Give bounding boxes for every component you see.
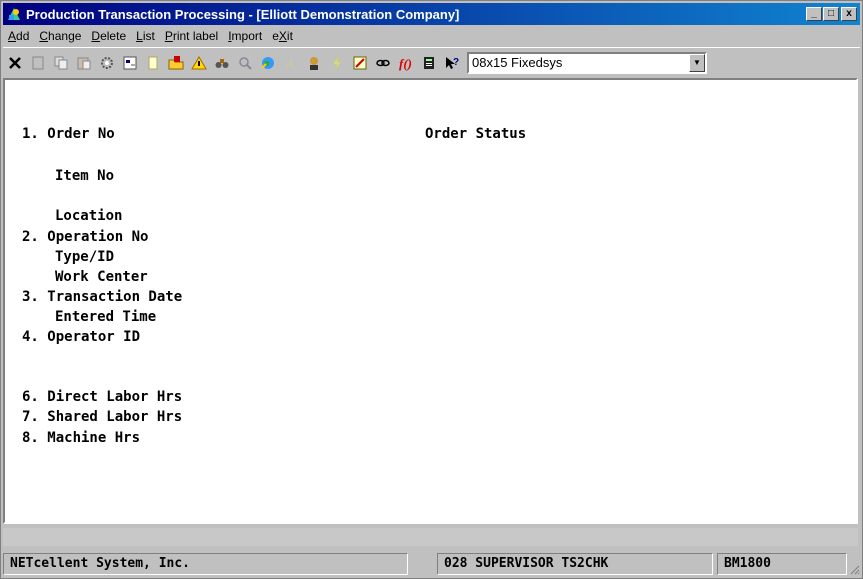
svg-text:?: ? [453,57,459,68]
paste-icon[interactable] [73,52,95,74]
terminal-screen[interactable]: 1. Order No Order Status Item No Locatio… [3,78,858,524]
menu-delete[interactable]: Delete [86,29,131,43]
magnifier-icon[interactable] [234,52,256,74]
location-label: Location [55,208,123,224]
app-icon [6,6,22,22]
app-window: Production Transaction Processing - [Ell… [0,0,863,579]
svg-text:A: A [285,56,294,71]
type-id-label: Type/ID [55,249,115,265]
direct-labor-label: 6. Direct Labor Hrs [22,389,183,405]
status-company: NETcellent System, Inc. [3,552,408,575]
status-spacer [408,553,415,575]
title-bar[interactable]: Production Transaction Processing - [Ell… [3,3,860,25]
status-code: BM1800 [717,552,847,575]
settings-icon[interactable] [96,52,118,74]
close-x-icon[interactable] [4,52,26,74]
lightning-icon[interactable] [326,52,348,74]
operator-id-label: 4. Operator ID [22,329,141,345]
status-bar: NETcellent System, Inc. 028 SUPERVISOR T… [3,550,862,577]
order-no-label: 1. Order No [22,126,115,142]
machine-hrs-label: 8. Machine Hrs [22,430,141,446]
close-icon: x [846,8,852,19]
help-pointer-icon[interactable]: ? [441,52,463,74]
resize-grip-icon[interactable] [848,563,860,575]
calculator-display-icon[interactable] [418,52,440,74]
window-title: Production Transaction Processing - [Ell… [26,6,460,22]
function-icon[interactable]: f() [395,52,417,74]
blank-icon[interactable] [27,52,49,74]
minimize-icon: _ [811,8,817,19]
menu-list[interactable]: List [131,29,160,43]
folder-open-icon[interactable] [165,52,187,74]
copy-icon[interactable] [50,52,72,74]
entered-time-label: Entered Time [55,309,157,325]
maximize-icon: □ [827,8,835,19]
menu-import[interactable]: Import [223,29,267,43]
item-no-label: Item No [55,168,115,184]
font-icon[interactable]: A [280,52,302,74]
status-user: 028 SUPERVISOR TS2CHK [437,552,713,575]
operation-no-label: 2. Operation No [22,229,149,245]
chevron-down-icon[interactable]: ▼ [689,53,705,72]
font-select-value: 08x15 Fixedsys [472,55,563,70]
order-status-label: Order Status [425,126,527,142]
menu-bar: Add Change Delete List Print label Impor… [3,26,298,46]
menu-exit[interactable]: eXit [267,29,298,43]
shared-labor-label: 7. Shared Labor Hrs [22,409,183,425]
toolbar: A f() ? 08x15 Fixedsys ▼ [3,47,860,77]
globe-icon[interactable] [257,52,279,74]
menu-change[interactable]: Change [34,29,86,43]
user-lookup-icon[interactable] [303,52,325,74]
warning-icon[interactable] [188,52,210,74]
notes-icon[interactable] [142,52,164,74]
close-button[interactable]: x [841,7,857,21]
link-icon[interactable] [372,52,394,74]
menu-add[interactable]: Add [3,29,34,43]
binoculars-icon[interactable] [211,52,233,74]
minimize-button[interactable]: _ [806,7,822,21]
properties-icon[interactable] [119,52,141,74]
calculator-icon[interactable] [349,52,371,74]
menu-print-label[interactable]: Print label [160,29,223,43]
work-center-label: Work Center [55,269,148,285]
message-line [3,528,858,546]
maximize-button[interactable]: □ [823,7,839,21]
svg-text:f(): f() [399,56,412,71]
font-select[interactable]: 08x15 Fixedsys ▼ [467,51,707,74]
transaction-date-label: 3. Transaction Date [22,289,183,305]
